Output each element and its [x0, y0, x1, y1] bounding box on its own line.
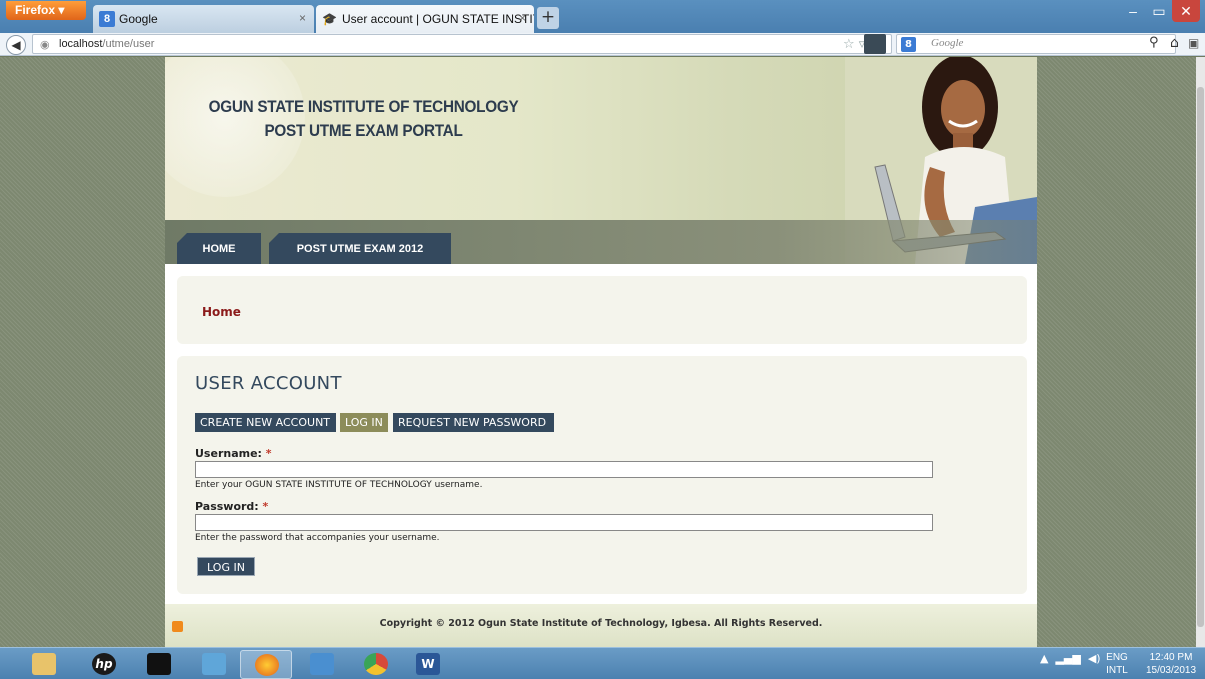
url-text: localhost/utme/user: [59, 38, 154, 50]
tab-title: User account | OGUN STATE INSTITU...: [342, 12, 534, 26]
site-title-line1: OGUN STATE INSTITUTE OF TECHNOLOGY: [208, 97, 519, 116]
back-arrow-icon[interactable]: ◀: [6, 35, 26, 55]
site-wrapper: OGUN STATE INSTITUTE OF TECHNOLOGY POST …: [165, 57, 1037, 647]
firefox-icon: [255, 654, 279, 676]
graduation-cap-icon: 🎓: [322, 12, 337, 26]
terminal-icon: [147, 653, 171, 675]
search-bar[interactable]: 8 Google: [896, 34, 1176, 54]
input-language-indicator[interactable]: ENG INTL: [1100, 651, 1134, 677]
url-host: localhost: [59, 38, 103, 50]
tab-close-icon[interactable]: ×: [519, 11, 526, 25]
tab-title: Google: [119, 12, 158, 26]
close-window-button[interactable]: ✕: [1172, 0, 1200, 22]
firefox-menu-button[interactable]: Firefox ▾: [6, 1, 86, 20]
google-search-engine-icon[interactable]: 8: [901, 37, 916, 52]
site-header: OGUN STATE INSTITUTE OF TECHNOLOGY POST …: [165, 57, 1037, 264]
browser-navbar: ◀ ◉ localhost/utme/user ☆ ▿ C 8 Google ⚲…: [0, 33, 1205, 56]
feedback-icon[interactable]: [864, 34, 886, 54]
browser-tab-user-account[interactable]: 🎓 User account | OGUN STATE INSTITU... ×: [316, 5, 534, 33]
taskbar-firefox[interactable]: [240, 650, 292, 679]
files-icon: [310, 653, 334, 675]
control-panel-icon: [202, 653, 226, 675]
password-label-text: Password:: [195, 500, 259, 513]
scrollbar-thumb[interactable]: [1197, 87, 1204, 627]
browser-titlebar: Firefox ▾ 8 Google × 🎓 User account | OG…: [0, 0, 1205, 33]
clock-date: 15/03/2013: [1145, 665, 1197, 676]
nav-home[interactable]: HOME: [177, 233, 261, 264]
username-label: Username: *: [195, 447, 272, 460]
taskbar-control-panel[interactable]: [188, 650, 240, 679]
search-input[interactable]: Google: [931, 37, 963, 49]
page-viewport: OGUN STATE INSTITUTE OF TECHNOLOGY POST …: [0, 57, 1196, 647]
password-description: Enter the password that accompanies your…: [195, 533, 440, 543]
password-label: Password: *: [195, 500, 268, 513]
system-tray-icons[interactable]: ▲ ▂▄▆ ◀): [1040, 652, 1101, 665]
breadcrumb-home-link[interactable]: Home: [202, 305, 241, 319]
nav-post-utme-exam-2012[interactable]: POST UTME EXAM 2012: [269, 233, 451, 264]
bookmark-star-icon[interactable]: ☆ ▿: [843, 37, 865, 52]
required-marker: *: [265, 447, 272, 460]
site-footer: Copyright © 2012 Ogun State Institute of…: [165, 604, 1037, 647]
windows-taskbar: hp W ▲ ▂▄▆ ◀) ENG INTL 12:40 PM 15/03/20…: [0, 647, 1205, 679]
site-title-line2: POST UTME EXAM PORTAL: [264, 121, 463, 140]
copyright-text: Copyright © 2012 Ogun State Institute of…: [379, 618, 823, 629]
taskbar-file-explorer[interactable]: [18, 650, 70, 679]
page-scrollbar[interactable]: [1196, 57, 1205, 647]
globe-icon: ◉: [40, 38, 50, 51]
address-bar[interactable]: ◉ localhost/utme/user ☆ ▿ C: [32, 34, 892, 54]
taskbar-word[interactable]: W: [402, 650, 454, 679]
password-field[interactable]: [195, 514, 933, 531]
folder-icon: [32, 653, 56, 675]
username-description: Enter your OGUN STATE INSTITUTE OF TECHN…: [195, 480, 483, 490]
hp-logo-icon: hp: [92, 653, 116, 675]
tab-close-icon[interactable]: ×: [299, 11, 306, 25]
browser-tab-google[interactable]: 8 Google ×: [93, 5, 314, 33]
search-magnifier-icon[interactable]: ⚲: [1149, 35, 1159, 50]
user-account-panel: USER ACCOUNT CREATE NEW ACCOUNT LOG IN R…: [177, 356, 1027, 594]
word-icon: W: [416, 653, 440, 675]
username-label-text: Username:: [195, 447, 262, 460]
google-favicon-icon: 8: [99, 11, 115, 27]
site-title: OGUN STATE INSTITUTE OF TECHNOLOGY POST …: [188, 95, 539, 143]
tab-create-new-account[interactable]: CREATE NEW ACCOUNT: [195, 413, 336, 432]
taskbar-command-prompt[interactable]: [133, 650, 185, 679]
taskbar-files[interactable]: [296, 650, 348, 679]
maximize-button[interactable]: ▭: [1146, 0, 1172, 22]
minimize-button[interactable]: –: [1120, 0, 1146, 22]
tab-log-in[interactable]: LOG IN: [340, 413, 388, 432]
addon-bar-icon[interactable]: ▣: [1188, 36, 1199, 50]
clock-time: 12:40 PM: [1149, 652, 1193, 663]
log-in-button[interactable]: LOG IN: [197, 557, 255, 576]
required-marker: *: [262, 500, 269, 513]
taskbar-chrome[interactable]: [350, 650, 402, 679]
home-icon[interactable]: ⌂: [1170, 35, 1179, 51]
new-tab-button[interactable]: +: [537, 7, 559, 29]
tab-request-new-password[interactable]: REQUEST NEW PASSWORD: [393, 413, 554, 432]
url-path: /utme/user: [102, 38, 155, 50]
taskbar-hp[interactable]: hp: [78, 650, 130, 679]
page-title: USER ACCOUNT: [195, 373, 342, 394]
breadcrumb-panel: Home: [177, 276, 1027, 344]
keyboard-layout-label: INTL: [1106, 665, 1128, 676]
username-field[interactable]: [195, 461, 933, 478]
language-label: ENG: [1106, 652, 1128, 663]
taskbar-clock[interactable]: 12:40 PM 15/03/2013: [1140, 651, 1202, 677]
chrome-icon: [364, 653, 388, 675]
